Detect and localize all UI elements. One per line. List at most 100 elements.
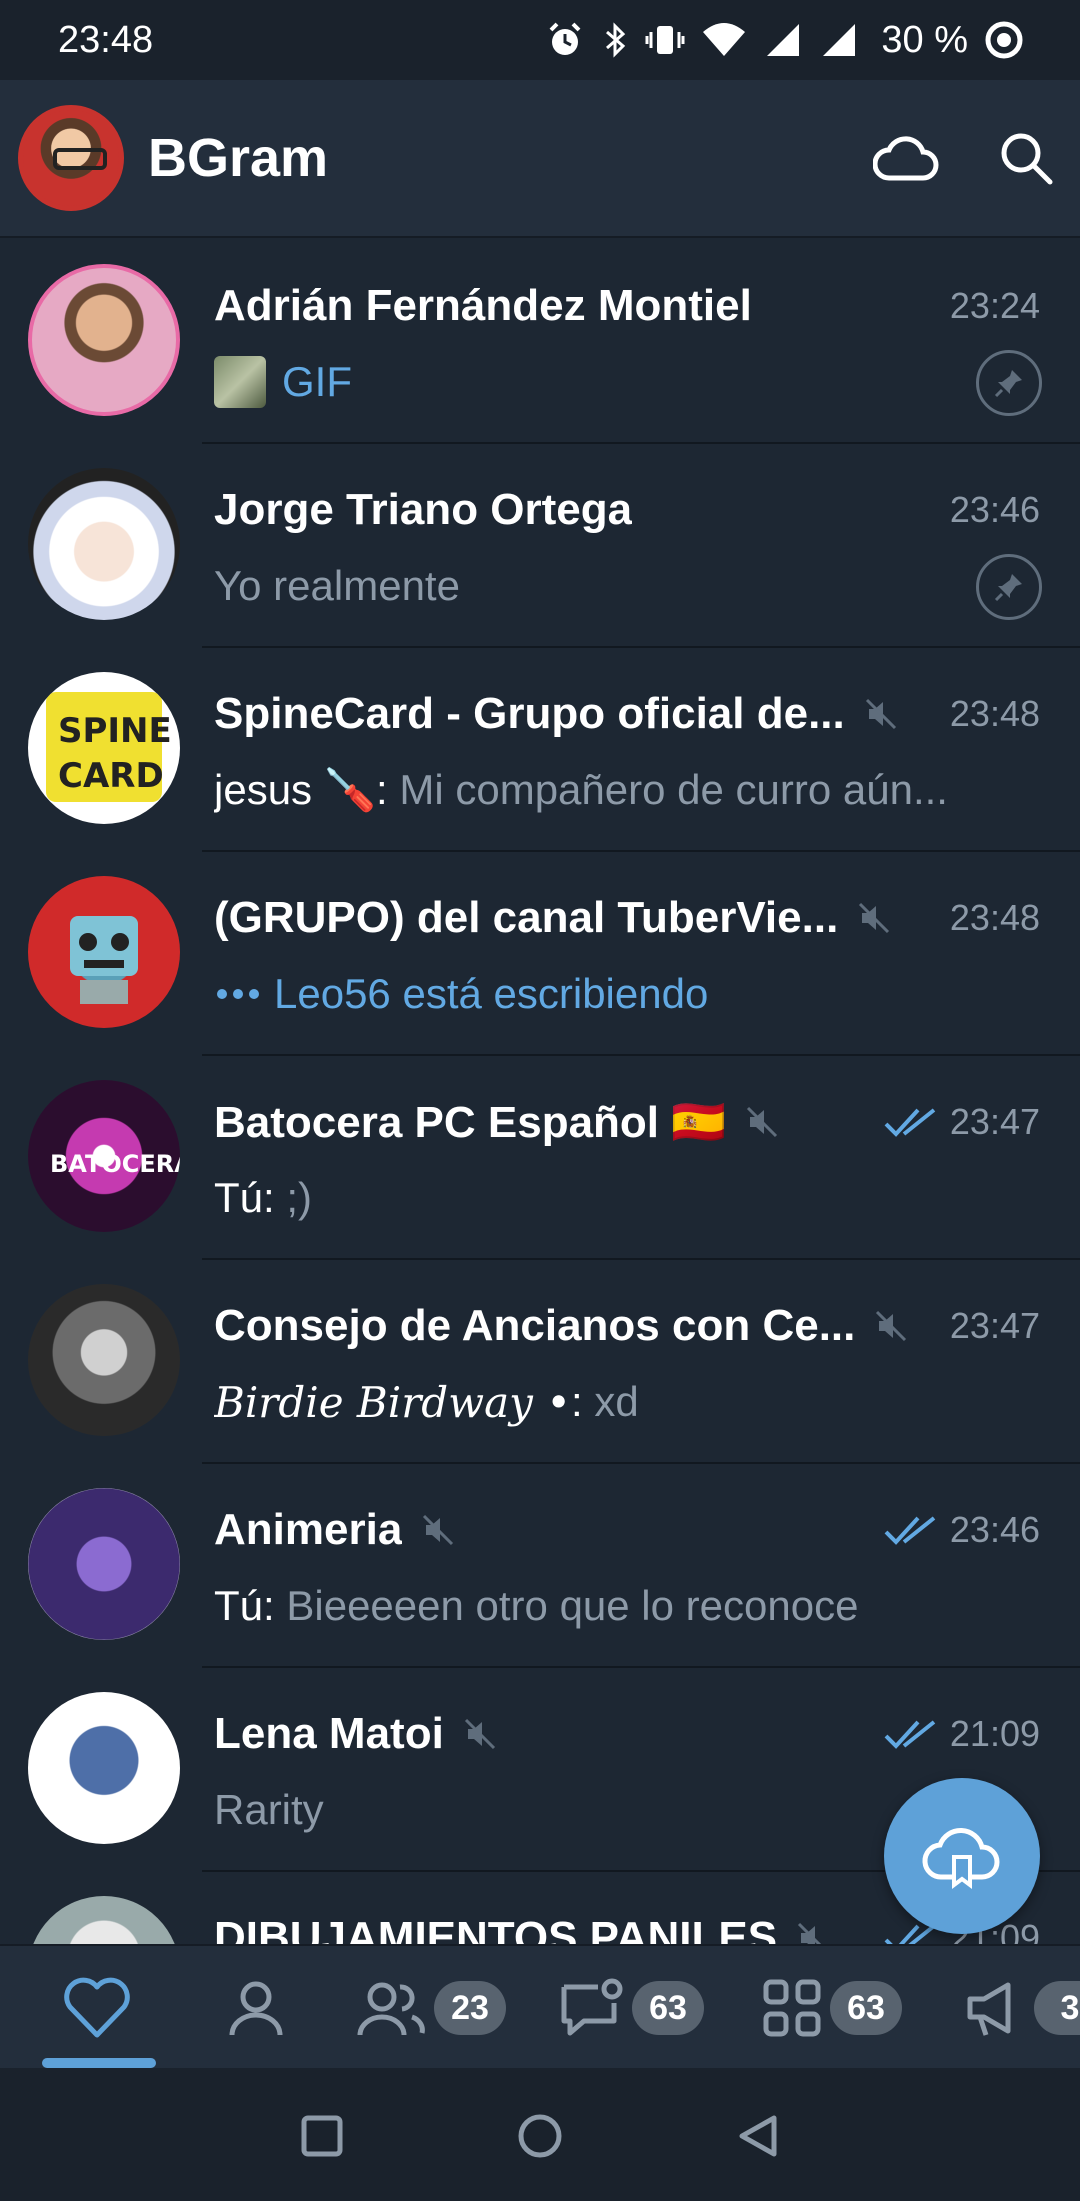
search-button[interactable]: [990, 122, 1062, 194]
back-button[interactable]: [728, 2106, 788, 2166]
svg-text:SPINE: SPINE: [58, 711, 172, 751]
chat-list: Adrián Fernández Montiel 23:24 GIF Jorge…: [0, 240, 1080, 1944]
mute-icon: [798, 1922, 822, 1944]
tab-favorites[interactable]: [62, 1946, 132, 2070]
recents-button[interactable]: [292, 2106, 352, 2166]
chat-avatar: [28, 264, 180, 416]
tab-contacts[interactable]: [226, 1946, 286, 2070]
chat-time: 23:24: [949, 285, 1040, 326]
chat-item[interactable]: Jorge Triano Ortega 23:46 Yo realmente: [0, 444, 1080, 648]
chat-message: Yo realmente: [214, 562, 460, 609]
chat-item[interactable]: SPINE CARD SpineCard - Grupo oficial de..…: [0, 648, 1080, 852]
mute-icon: [464, 1718, 495, 1750]
chat-message: GIF: [282, 358, 352, 405]
chat-avatar: BATOCERA: [28, 1080, 180, 1232]
chat-item[interactable]: Consejo de Ancianos con Ce... 23:47 𝐵𝑖𝑟𝑑…: [0, 1260, 1080, 1464]
tab-broadcasts[interactable]: 3: [964, 1946, 1080, 2070]
typing-icon: [217, 989, 259, 999]
chat-time: 23:46: [949, 1509, 1040, 1550]
mute-icon: [746, 1106, 778, 1138]
chat-item[interactable]: Animeria 23:46 Tú: Bieeeeen otro que lo …: [0, 1464, 1080, 1668]
tab-badge: 3: [1034, 1981, 1080, 2035]
chat-time: 23:48: [949, 693, 1040, 734]
chat-avatar: [28, 876, 180, 1028]
status-time: 23:48: [58, 18, 154, 61]
chat-sender: jesus 🪛: [214, 765, 377, 813]
chat-avatar: [28, 1488, 180, 1640]
chat-name: Batocera PC Español 🇪🇸: [214, 1098, 727, 1147]
app-title: BGram: [148, 128, 329, 188]
bottom-tab-bar: 23 63 63 3: [0, 1944, 1080, 2068]
tab-groups[interactable]: 23: [356, 1946, 506, 2070]
pin-icon: [976, 350, 1042, 416]
users-icon: [357, 1982, 425, 2036]
chat-icon: [561, 1978, 623, 2036]
tab-badge: 63: [632, 1981, 704, 2035]
cloud-button[interactable]: [870, 122, 942, 194]
cloud-fab-button[interactable]: [884, 1778, 1040, 1934]
chat-avatar: [28, 1896, 180, 1944]
tab-chats[interactable]: 63: [558, 1946, 704, 2070]
vibrate-icon: [645, 26, 685, 54]
home-icon: [518, 2114, 562, 2158]
chat-time: 23:46: [949, 489, 1040, 530]
chat-name: Adrián Fernández Montiel: [214, 281, 752, 330]
chat-sender: 𝐵𝑖𝑟𝑑𝑖𝑒 𝐵𝑖𝑟𝑑𝑤𝑎𝑦 •: [214, 1377, 571, 1427]
grid-icon: [763, 1979, 821, 2037]
svg-text:BATOCERA: BATOCERA: [50, 1150, 180, 1178]
chat-avatar: [28, 1692, 180, 1844]
chat-message: Rarity: [214, 1786, 324, 1833]
chat-item[interactable]: (GRUPO) del canal TuberVie... 23:48 Leo5…: [0, 852, 1080, 1056]
chat-sender: Tú: [214, 1582, 264, 1629]
gif-thumbnail: [214, 356, 266, 408]
pin-icon: [976, 554, 1042, 620]
chat-avatar: [28, 1284, 180, 1436]
bluetooth-icon: [606, 22, 626, 58]
chat-message: Mi compañero de curro aún...: [399, 766, 948, 813]
double-check-icon: [884, 1516, 936, 1545]
active-tab-indicator: [42, 2058, 156, 2068]
search-icon: [1001, 133, 1053, 185]
chat-sender: Tú: [214, 1174, 264, 1221]
chat-name: (GRUPO) del canal TuberVie...: [214, 893, 839, 942]
mute-icon: [859, 902, 890, 934]
svg-text:CARD: CARD: [58, 756, 164, 796]
chat-message: xd: [594, 1378, 639, 1425]
mute-icon: [876, 1310, 907, 1342]
chat-item[interactable]: Adrián Fernández Montiel 23:24 GIF: [0, 240, 1080, 444]
chat-name: Jorge Triano Ortega: [214, 485, 633, 534]
back-icon: [739, 2115, 777, 2157]
tab-badge: 23: [434, 1981, 506, 2035]
chat-message: Leo56 está escribiendo: [274, 970, 709, 1017]
chat-message: ;): [286, 1174, 313, 1221]
double-check-icon: [884, 1720, 936, 1749]
mute-icon: [865, 698, 896, 730]
user-icon: [229, 1981, 283, 2036]
chat-avatar: SPINE CARD: [28, 672, 180, 824]
app-screen: 23:48 30 % BGram Adrián Fernández Montie…: [0, 0, 1080, 2201]
chat-name: DIBUJAMIENTOS PANILES: [214, 1913, 778, 1944]
signal-icon: [767, 24, 800, 56]
tab-badge: 63: [830, 1981, 902, 2035]
wifi-icon: [703, 23, 746, 56]
battery-percent: 30 %: [881, 18, 968, 61]
profile-avatar[interactable]: [18, 105, 124, 211]
chat-name: Animeria: [214, 1505, 403, 1554]
app-bar: BGram: [0, 80, 1080, 238]
mute-icon: [423, 1514, 454, 1546]
megaphone-icon: [967, 1982, 1011, 2036]
double-check-icon: [884, 1108, 936, 1137]
chat-message: Bieeeeen otro que lo reconoce: [286, 1582, 859, 1629]
chat-time: 23:47: [949, 1101, 1040, 1142]
system-nav-bar: [0, 2068, 1080, 2201]
chat-time: 23:47: [949, 1305, 1040, 1346]
chat-avatar: [28, 468, 180, 620]
home-button[interactable]: [510, 2106, 570, 2166]
status-icons: 30 %: [545, 19, 1024, 62]
recents-icon: [301, 2115, 343, 2157]
chat-item[interactable]: BATOCERA Batocera PC Español 🇪🇸 23:47 Tú…: [0, 1056, 1080, 1260]
status-bar: 23:48 30 %: [0, 0, 1080, 80]
cloud-bookmark-icon: [922, 1827, 1000, 1889]
tab-channels-grid[interactable]: 63: [762, 1946, 902, 2070]
battery-icon: [985, 21, 1023, 59]
